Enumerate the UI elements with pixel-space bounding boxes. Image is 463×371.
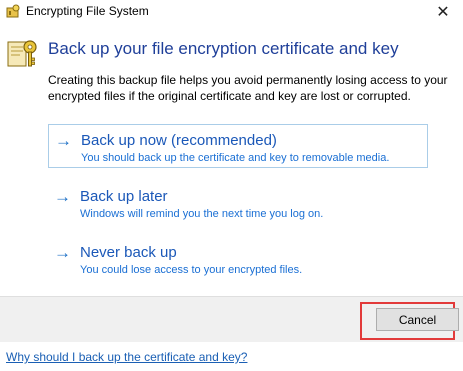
option-subtitle: You could lose access to your encrypted …	[80, 264, 303, 276]
page-heading: Back up your file encryption certificate…	[48, 39, 399, 58]
arrow-right-icon: →	[55, 131, 72, 150]
description-text: Creating this backup file helps you avoi…	[48, 73, 448, 103]
title-bar: Encrypting File System ✕	[0, 0, 463, 24]
window-title: Encrypting File System	[26, 4, 149, 18]
arrow-right-icon: →	[54, 243, 71, 262]
option-title: Back up now (recommended)	[81, 132, 277, 149]
close-button[interactable]: ✕	[429, 1, 457, 23]
never-back-up-option[interactable]: → Never back up You could lose access to…	[48, 237, 428, 281]
cancel-button[interactable]: Cancel	[376, 308, 459, 331]
option-subtitle: You should back up the certificate and k…	[81, 152, 390, 164]
back-up-later-option[interactable]: → Back up later Windows will remind you …	[48, 181, 428, 225]
arrow-right-icon: →	[54, 187, 71, 206]
option-title: Never back up	[80, 244, 177, 261]
option-title: Back up later	[80, 188, 168, 205]
option-subtitle: Windows will remind you the next time yo…	[80, 208, 324, 220]
key-lock-icon	[6, 4, 20, 18]
key-certificate-icon	[6, 36, 40, 70]
efs-dialog: Encrypting File System ✕ Back up your fi…	[0, 0, 463, 371]
close-icon: ✕	[436, 4, 450, 21]
back-up-now-option[interactable]: → Back up now (recommended) You should b…	[48, 124, 428, 168]
help-link[interactable]: Why should I back up the certificate and…	[6, 350, 247, 364]
